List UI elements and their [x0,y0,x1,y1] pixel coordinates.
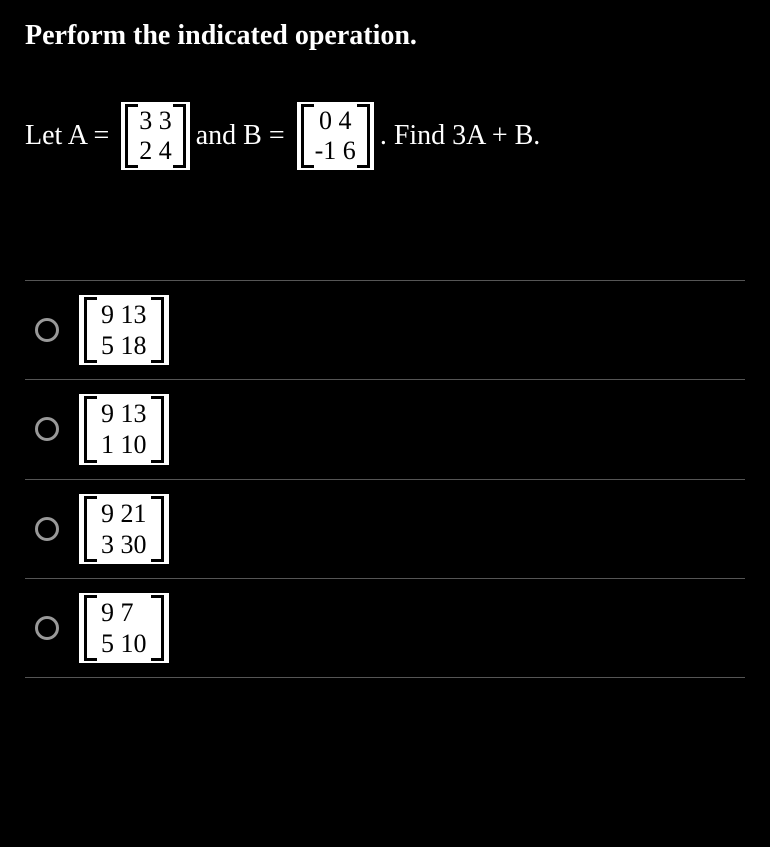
answer-4-row2: 5 10 [101,628,147,659]
answer-option-2[interactable]: 9 13 1 10 [25,380,745,479]
question-title: Perform the indicated operation. [25,20,745,52]
answer-2-row1: 9 13 [101,398,147,429]
answer-3-row1: 9 21 [101,498,147,529]
answer-option-4[interactable]: 9 7 5 10 [25,579,745,678]
answer-matrix-3: 9 21 3 30 [79,494,169,564]
answer-option-1[interactable]: 9 13 5 18 [25,281,745,380]
answer-matrix-1: 9 13 5 18 [79,295,169,365]
let-a-text: Let A = [25,120,109,152]
answer-matrix-2: 9 13 1 10 [79,394,169,464]
answer-option-3[interactable]: 9 21 3 30 [25,480,745,579]
matrix-a: 3 3 2 4 [121,102,190,170]
answer-4-row1: 9 7 [101,597,147,628]
radio-icon[interactable] [35,318,59,342]
problem-statement: Let A = 3 3 2 4 and B = 0 4 -1 6 . Find … [25,102,745,170]
answer-list: 9 13 5 18 9 13 1 10 9 21 3 30 9 7 5 10 [25,280,745,679]
find-text: . Find 3A + B. [380,120,541,152]
answer-3-row2: 3 30 [101,529,147,560]
radio-icon[interactable] [35,417,59,441]
matrix-a-row2: 2 4 [139,136,172,166]
matrix-a-row1: 3 3 [139,106,172,136]
matrix-b: 0 4 -1 6 [297,102,374,170]
answer-1-row2: 5 18 [101,330,147,361]
radio-icon[interactable] [35,616,59,640]
answer-2-row2: 1 10 [101,429,147,460]
radio-icon[interactable] [35,517,59,541]
and-b-text: and B = [196,120,285,152]
answer-1-row1: 9 13 [101,299,147,330]
answer-matrix-4: 9 7 5 10 [79,593,169,663]
matrix-b-row1: 0 4 [315,106,356,136]
matrix-b-row2: -1 6 [315,136,356,166]
